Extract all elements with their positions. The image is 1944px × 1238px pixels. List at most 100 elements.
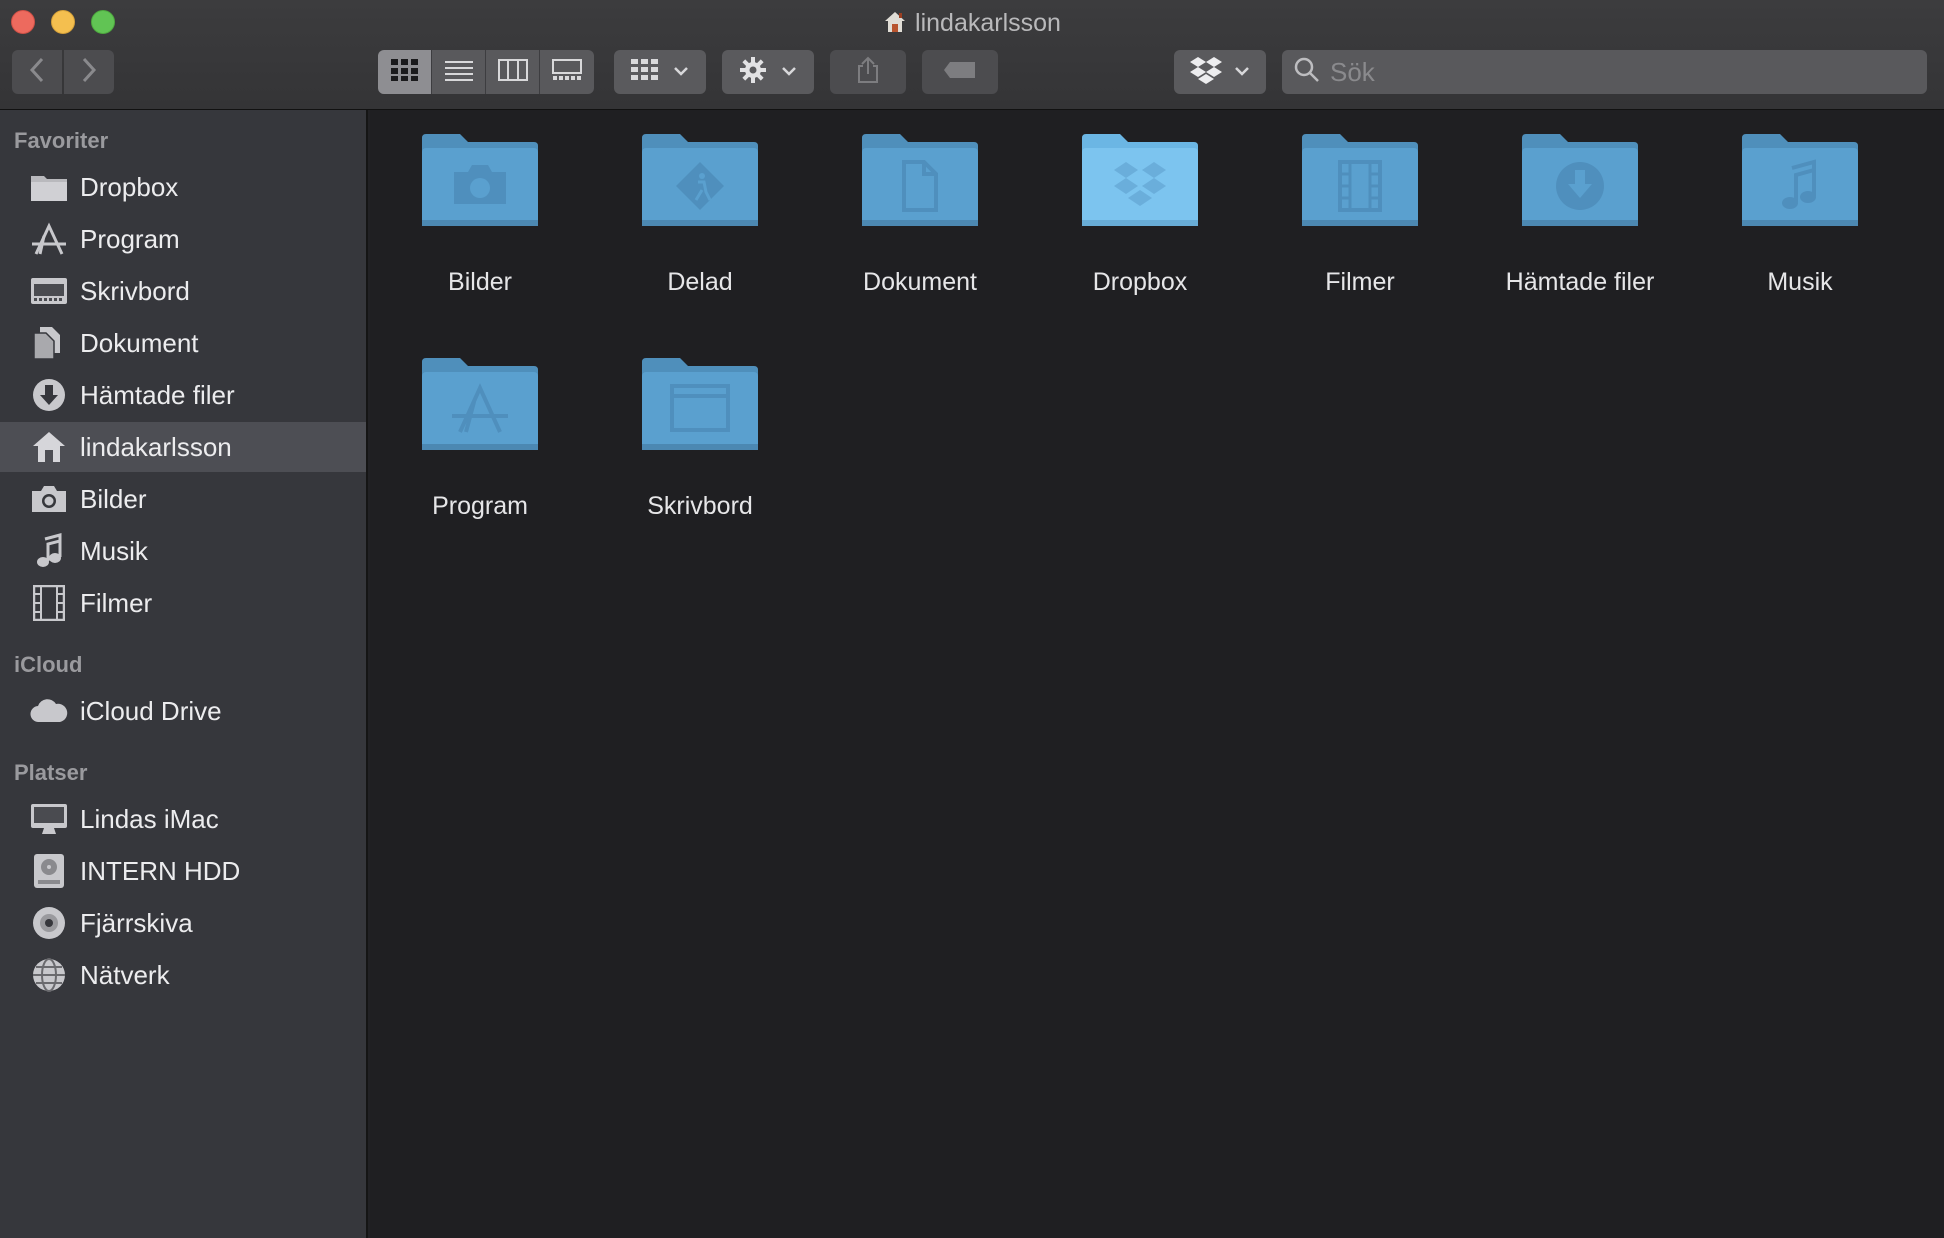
sidebar-item-label: Dokument [80, 327, 199, 358]
share-button[interactable] [830, 50, 906, 94]
list-view-icon [444, 59, 473, 86]
chevron-down-icon [673, 63, 689, 81]
gallery-view-button[interactable] [540, 50, 594, 94]
folder-item-hamtade-filer[interactable]: Hämtade filer [1470, 110, 1690, 310]
dropbox-folder-icon [1082, 134, 1198, 226]
camera-folder-icon [422, 134, 538, 226]
sidebar-item-label: iCloud Drive [80, 695, 222, 726]
folder-name: Dropbox [1092, 268, 1188, 296]
music-folder-icon [1742, 134, 1858, 226]
camera-icon [29, 479, 69, 519]
sidebar-item-dropbox[interactable]: Dropbox [0, 162, 366, 212]
gallery-view-icon [552, 58, 582, 86]
folder-name: Hämtade filer [1505, 268, 1655, 296]
column-view-icon [497, 58, 528, 86]
film-icon [29, 583, 69, 623]
search-icon [1294, 57, 1320, 88]
sidebar-item-skrivbord[interactable]: Skrivbord [0, 266, 366, 316]
folder-icon [29, 167, 69, 207]
chevron-left-icon [28, 57, 46, 88]
sidebar-item-program[interactable]: Program [0, 214, 366, 264]
cloud-icon [29, 691, 69, 731]
folder-item-skrivbord[interactable]: Skrivbord [590, 334, 810, 534]
folder-item-dokument[interactable]: Dokument [810, 110, 1030, 310]
sidebar-item-label: Dropbox [80, 171, 179, 202]
column-view-button[interactable] [486, 50, 540, 94]
icon-view-icon [390, 58, 419, 86]
section-title-places: Platser [14, 760, 88, 785]
apps-icon [29, 219, 69, 259]
folder-name: Delad [667, 268, 733, 296]
sidebar-item-filmer[interactable]: Filmer [0, 578, 366, 628]
sidebar-item-lindakarlsson[interactable]: lindakarlsson [0, 422, 366, 472]
share-icon [856, 56, 880, 89]
sidebar-item-icloud-drive[interactable]: iCloud Drive [0, 686, 366, 736]
downloads-folder-icon [1522, 134, 1638, 226]
dropbox-button[interactable] [1174, 50, 1266, 94]
window-title-text: lindakarlsson [915, 9, 1061, 37]
folder-name: Filmer [1325, 268, 1395, 296]
sidebar-item-label: Musik [80, 535, 148, 566]
sidebar-item-natverk[interactable]: Nätverk [0, 950, 366, 1000]
desktop-icon [29, 271, 69, 311]
window-title: lindakarlsson [0, 7, 1944, 42]
apps-folder-icon [422, 358, 538, 450]
desktop-folder-icon [642, 358, 758, 450]
view-mode-control [378, 50, 594, 94]
folder-name: Musik [1767, 268, 1833, 296]
disc-icon [29, 903, 69, 943]
icon-view-button[interactable] [378, 50, 432, 94]
folder-item-bilder[interactable]: Bilder [370, 110, 590, 310]
list-view-button[interactable] [432, 50, 486, 94]
sidebar-item-label: INTERN HDD [80, 855, 241, 886]
chevron-down-icon [781, 63, 797, 81]
folder-name: Dokument [863, 268, 977, 296]
sidebar-item-label: Fjärrskiva [80, 907, 193, 938]
sidebar-item-dokument[interactable]: Dokument [0, 318, 366, 368]
sidebar-item-musik[interactable]: Musik [0, 526, 366, 576]
home-icon [883, 10, 907, 42]
folder-item-musik[interactable]: Musik [1690, 110, 1910, 310]
folder-name: Skrivbord [647, 492, 753, 520]
document-folder-icon [862, 134, 978, 226]
public-folder-icon [642, 134, 758, 226]
sidebar-item-bilder[interactable]: Bilder [0, 474, 366, 524]
folder-item-program[interactable]: Program [370, 334, 590, 534]
forward-button[interactable] [64, 50, 114, 94]
film-folder-icon [1302, 134, 1418, 226]
network-icon [29, 955, 69, 995]
folder-name: Program [432, 492, 528, 520]
back-button[interactable] [12, 50, 62, 94]
action-button[interactable] [722, 50, 814, 94]
sidebar-item-label: Lindas iMac [80, 803, 219, 834]
chevron-right-icon [80, 57, 98, 88]
documents-icon [29, 323, 69, 363]
tag-icon [942, 60, 978, 85]
sidebar-item-label: Bilder [80, 483, 147, 514]
search-input[interactable] [1330, 56, 1890, 88]
section-title-icloud: iCloud [14, 652, 83, 677]
folder-item-filmer[interactable]: Filmer [1250, 110, 1470, 310]
group-button[interactable] [614, 50, 706, 94]
downloads-icon [29, 375, 69, 415]
chevron-down-icon [1234, 63, 1250, 81]
section-title-favorites: Favoriter [14, 128, 109, 153]
folder-item-dropbox[interactable]: Dropbox [1030, 110, 1250, 310]
toolbar: lindakarlsson [0, 0, 1944, 110]
home-icon [29, 427, 69, 467]
group-grid-icon [631, 58, 659, 86]
finder-window: lindakarlsson Sök Favoriter Dropbox Prog… [0, 0, 1944, 1238]
music-note-icon [29, 531, 69, 571]
imac-icon [29, 799, 69, 839]
dropbox-icon [1190, 56, 1222, 89]
sidebar-item-label: Skrivbord [80, 275, 190, 306]
sidebar-item-fjarrskiva[interactable]: Fjärrskiva [0, 898, 366, 948]
sidebar-item-intern-hdd[interactable]: INTERN HDD [0, 846, 366, 896]
folder-item-delad[interactable]: Delad [590, 110, 810, 310]
sidebar-item-label: Hämtade filer [80, 379, 235, 410]
sidebar-item-hamtade-filer[interactable]: Hämtade filer [0, 370, 366, 420]
search-field[interactable] [1282, 50, 1927, 94]
tag-button[interactable] [922, 50, 998, 94]
folder-name: Bilder [448, 268, 512, 296]
sidebar-item-lindas-imac[interactable]: Lindas iMac [0, 794, 366, 844]
